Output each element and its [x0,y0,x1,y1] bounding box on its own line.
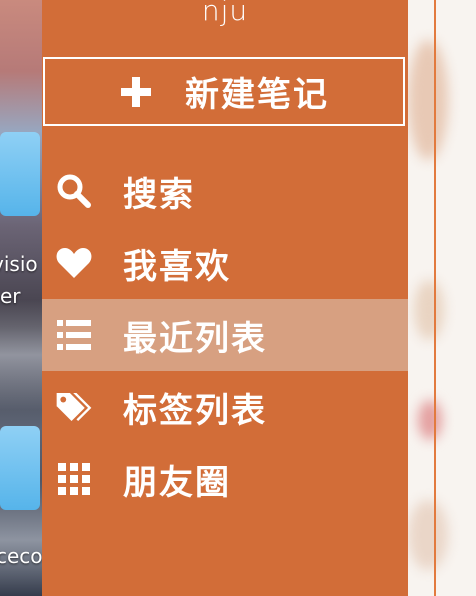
content-decoration [408,500,448,570]
new-note-button[interactable]: 新建笔记 [43,57,405,126]
list-icon [55,316,93,354]
desktop-file-label: visio [0,252,38,276]
grid-icon [55,460,93,498]
desktop-file-icon[interactable] [0,426,40,510]
sidebar-menu: 搜索 我喜欢 最近列表 标签列表 朋友圈 [42,155,408,515]
desktop-background: visio er ceco [0,0,42,596]
tags-icon [55,388,93,426]
app-title: nju [201,0,249,27]
sidebar-item-search[interactable]: 搜索 [42,155,408,227]
desktop-file-label: ceco [0,544,42,568]
heart-icon [55,244,93,282]
sidebar-item-friends[interactable]: 朋友圈 [42,443,408,515]
sidebar-item-label: 最近列表 [123,318,267,359]
sidebar-item-favorites[interactable]: 我喜欢 [42,227,408,299]
search-icon [55,172,93,210]
sidebar-item-label: 朋友圈 [123,462,231,503]
desktop-file-label: er [0,284,21,308]
content-decoration [408,40,448,160]
content-decoration [418,400,442,440]
plus-icon [121,76,151,107]
note-content-area [408,0,476,596]
sidebar-item-tags[interactable]: 标签列表 [42,371,408,443]
sidebar-item-label: 我喜欢 [123,246,231,287]
new-note-label: 新建笔记 [185,75,329,115]
desktop-file-icon[interactable] [0,132,40,216]
app-window: visio er ceco nju 新建笔记 搜索 [0,0,476,596]
sidebar: nju 新建笔记 搜索 我喜欢 最近列表 标签列表 朋友圈 [42,0,408,596]
content-decoration [414,280,444,340]
sidebar-item-recent[interactable]: 最近列表 [42,299,408,371]
content-border [434,0,436,596]
sidebar-item-label: 搜索 [123,174,195,215]
desktop-snow-detail [0,300,42,410]
sidebar-item-label: 标签列表 [123,390,267,431]
